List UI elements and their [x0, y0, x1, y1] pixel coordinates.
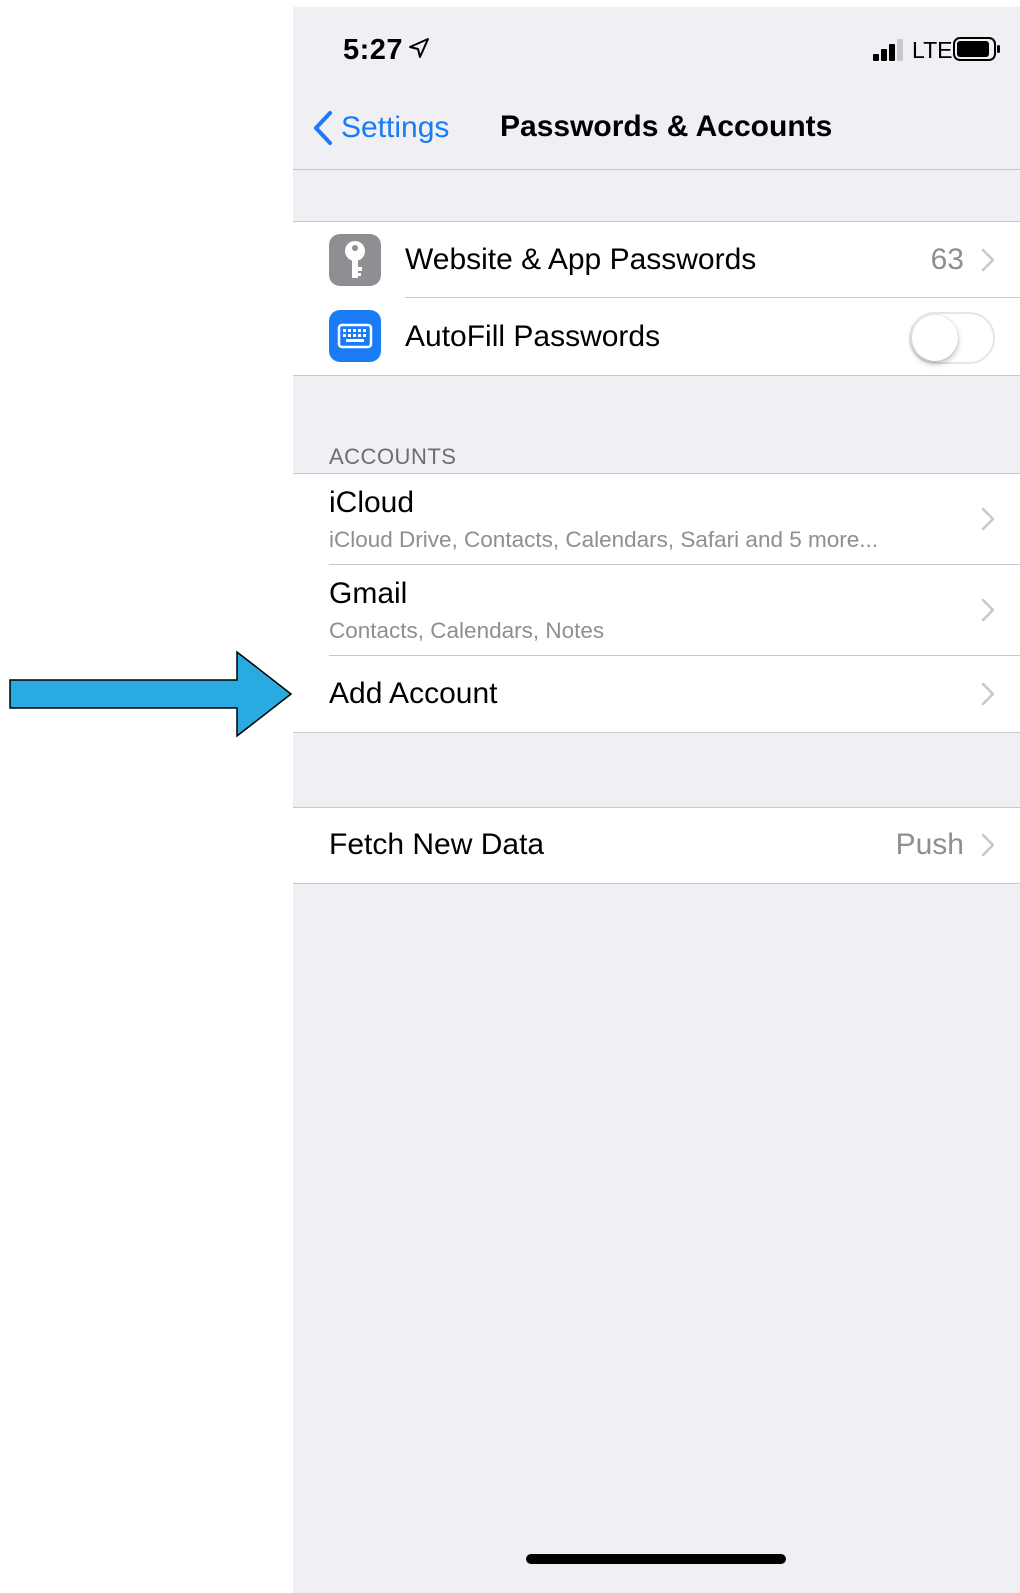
keyboard-icon: [329, 310, 381, 362]
home-indicator[interactable]: [526, 1554, 786, 1564]
gmail-account-row[interactable]: Gmail Contacts, Calendars, Notes: [293, 565, 1020, 656]
add-account-label: Add Account: [329, 677, 498, 710]
icloud-subtitle: iCloud Drive, Contacts, Calendars, Safar…: [329, 527, 878, 552]
autofill-passwords-row: AutoFill Passwords: [293, 298, 1020, 375]
website-passwords-label: Website & App Passwords: [405, 243, 757, 276]
fetch-group: Fetch New Data Push: [293, 807, 1020, 884]
toggle-knob: [912, 315, 958, 361]
fetch-new-data-row[interactable]: Fetch New Data Push: [293, 808, 1020, 883]
chevron-right-icon: [981, 507, 995, 531]
gmail-subtitle: Contacts, Calendars, Notes: [329, 618, 605, 643]
battery-icon: [953, 37, 1000, 61]
location-arrow-icon: [409, 38, 429, 58]
chevron-right-icon: [981, 682, 995, 706]
accounts-group: iCloud iCloud Drive, Contacts, Calendars…: [293, 473, 1020, 733]
phone-screen: 5:27 LTE Settings Passwords & Accounts W…: [293, 7, 1020, 1593]
autofill-toggle[interactable]: [909, 312, 995, 364]
password-count: 63: [930, 243, 964, 276]
status-bar: 5:27 LTE: [293, 7, 1020, 87]
passwords-group: Website & App Passwords 63 AutoFill Pass…: [293, 221, 1020, 376]
signal-bars-icon: [873, 39, 903, 61]
key-icon: [329, 234, 381, 286]
back-button[interactable]: Settings: [313, 107, 449, 149]
status-time: 5:27: [343, 34, 404, 66]
network-type: LTE: [912, 37, 953, 63]
back-button-label: Settings: [341, 111, 450, 144]
chevron-right-icon: [981, 598, 995, 622]
fetch-value: Push: [895, 828, 964, 861]
pointer-arrow-icon: [9, 650, 293, 738]
chevron-right-icon: [981, 833, 995, 857]
add-account-row[interactable]: Add Account: [293, 656, 1020, 732]
chevron-left-icon: [314, 111, 332, 145]
icloud-account-row[interactable]: iCloud iCloud Drive, Contacts, Calendars…: [293, 474, 1020, 565]
page-title: Passwords & Accounts: [500, 110, 833, 143]
autofill-label: AutoFill Passwords: [405, 320, 661, 353]
website-app-passwords-row[interactable]: Website & App Passwords 63: [293, 222, 1020, 298]
chevron-right-icon: [981, 248, 995, 272]
gmail-title: Gmail: [329, 577, 408, 610]
accounts-section-header: ACCOUNTS: [329, 444, 457, 469]
navigation-bar: Settings Passwords & Accounts: [293, 87, 1020, 170]
icloud-title: iCloud: [329, 486, 415, 519]
fetch-new-data-label: Fetch New Data: [329, 828, 545, 861]
